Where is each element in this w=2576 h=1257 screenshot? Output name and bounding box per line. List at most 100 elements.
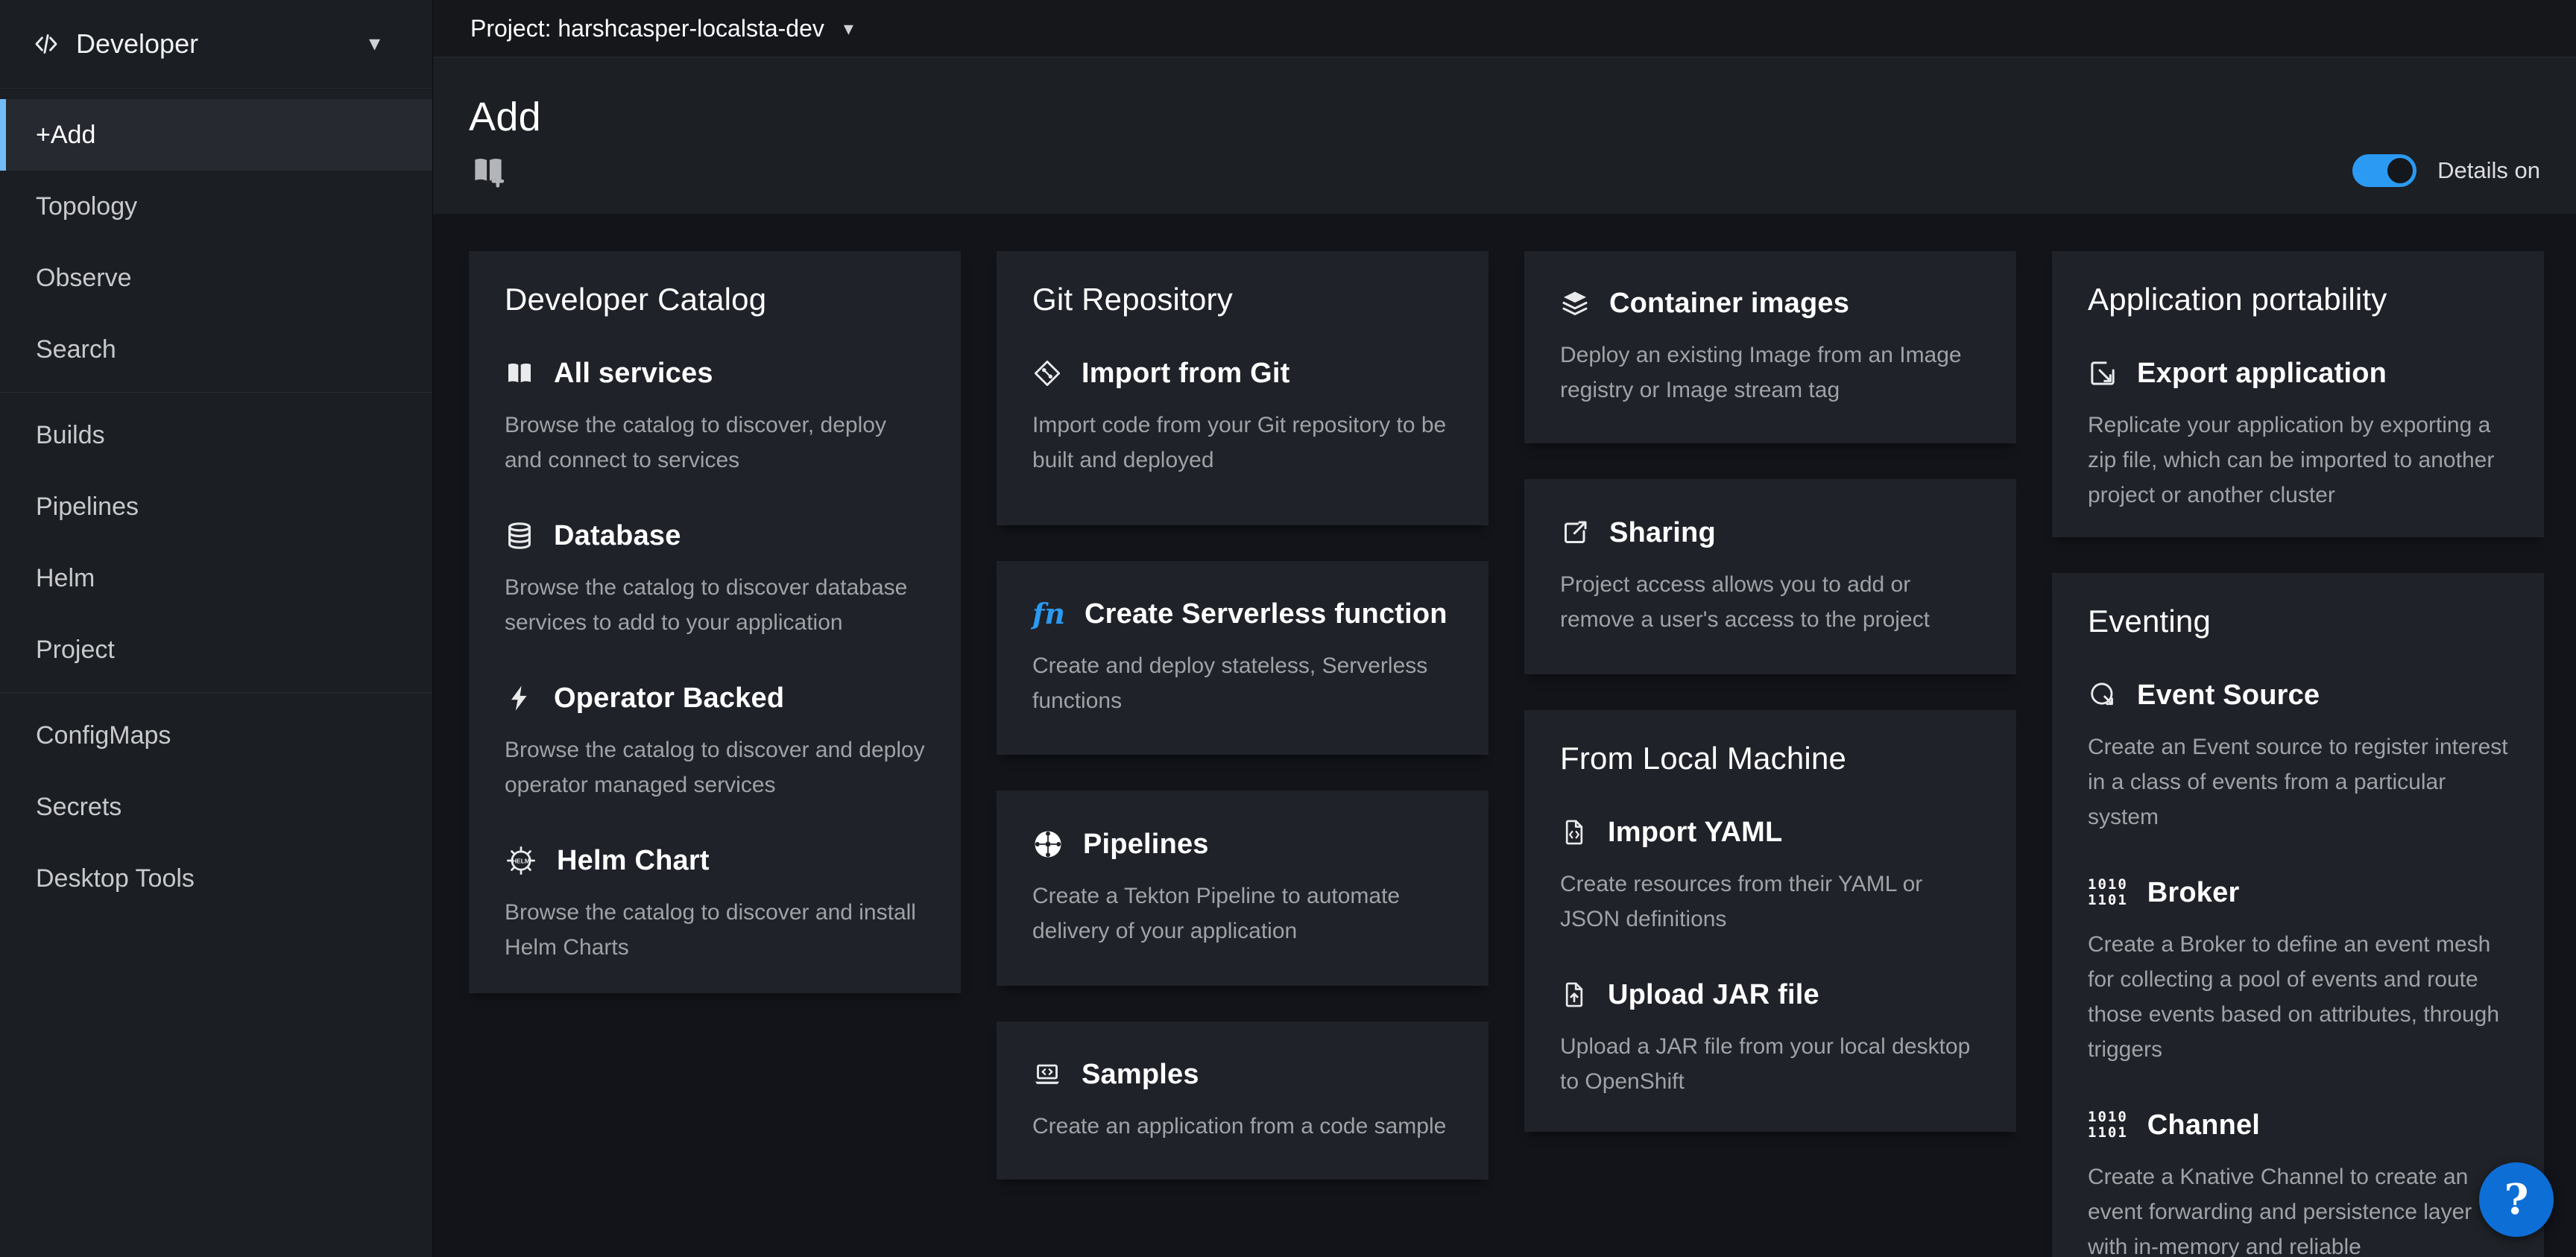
item-event-source[interactable]: Event SourceCreate an Event source to re… — [2088, 679, 2508, 835]
item-description: Create and deploy stateless, Serverless … — [1032, 648, 1453, 718]
card-developer-catalog: Developer CatalogAll servicesBrowse the … — [469, 251, 961, 993]
card-items: Import YAMLCreate resources from their Y… — [1560, 816, 1980, 1099]
item-import-yaml[interactable]: Import YAMLCreate resources from their Y… — [1560, 816, 1980, 937]
item-head: 1010 1101Broker — [2088, 876, 2508, 909]
help-button-label: ? — [2504, 1175, 2529, 1224]
tekton-icon — [1032, 829, 1064, 860]
item-channel[interactable]: 1010 1101ChannelCreate a Knative Channel… — [2088, 1109, 2508, 1257]
item-head: Sharing — [1560, 516, 1980, 549]
sidebar-item-desktop-tools[interactable]: Desktop Tools — [0, 843, 432, 914]
perspective-switcher-left: Developer — [33, 28, 369, 60]
item-label: Import from Git — [1082, 357, 1290, 390]
item-all-services[interactable]: All servicesBrowse the catalog to discov… — [505, 357, 925, 478]
item-head: Import from Git — [1032, 357, 1453, 390]
item-label: Upload JAR file — [1608, 978, 1819, 1011]
item-broker[interactable]: 1010 1101BrokerCreate a Broker to define… — [2088, 876, 2508, 1067]
book-icon — [505, 358, 534, 388]
item-description: Deploy an existing Image from an Image r… — [1560, 338, 1980, 408]
card-title: From Local Machine — [1560, 740, 1980, 777]
item-label: Export application — [2137, 357, 2387, 390]
item-description: Browse the catalog to discover and deplo… — [505, 732, 925, 802]
sidebar-nav-group: Builds Pipelines HelmProject — [0, 392, 432, 686]
card-items: Container images Deploy an existing Image… — [1560, 287, 1980, 408]
perspective-label: Developer — [76, 28, 198, 60]
card-application-portability: Application portabilityExport applicatio… — [2052, 251, 2544, 537]
sidebar-item-label: ConfigMaps — [36, 721, 171, 750]
event-source-icon — [2088, 680, 2118, 710]
sidebar-item-label: +Add — [36, 121, 95, 150]
card-pipelines: PipelinesCreate a Tekton Pipeline to aut… — [997, 791, 1489, 986]
item-description: Create resources from their YAML or JSON… — [1560, 867, 1980, 937]
item-samples[interactable]: SamplesCreate an application from a code… — [1032, 1058, 1453, 1144]
item-description: Create a Tekton Pipeline to automate del… — [1032, 878, 1453, 949]
item-head: HELMHelm Chart — [505, 844, 925, 877]
item-description: Create an Event source to register inter… — [2088, 729, 2508, 835]
item-description: Project access allows you to add or remo… — [1560, 567, 1980, 637]
item-description: Replicate your application by exporting … — [2088, 408, 2508, 513]
card-from-local-machine: From Local Machine Import YAMLCreate reso… — [1524, 710, 2016, 1132]
item-label: Broker — [2147, 876, 2240, 909]
sidebar-item-helm[interactable]: Helm — [0, 542, 432, 614]
sidebar-item-label: Search — [36, 335, 116, 364]
sidebar-item-builds[interactable]: Builds — [0, 399, 432, 471]
sidebar-item-topology[interactable]: Topology — [0, 171, 432, 242]
file-upload-icon — [1560, 980, 1588, 1010]
file-code-icon — [1560, 817, 1588, 847]
item-sharing[interactable]: Sharing Project access allows you to add … — [1560, 516, 1980, 637]
sidebar-item-observe[interactable]: Observe — [0, 242, 432, 314]
laptop-code-icon — [1032, 1060, 1062, 1089]
book-plus-icon[interactable] — [469, 153, 508, 188]
helm-icon: HELM — [505, 844, 537, 877]
item-head: 1010 1101Channel — [2088, 1109, 2508, 1142]
perspective-switcher[interactable]: Developer ▾ — [0, 0, 432, 89]
details-toggle-label: Details on — [2437, 157, 2540, 184]
bolt-icon — [505, 683, 534, 713]
sidebar-item-project[interactable]: Project — [0, 614, 432, 686]
item-export-application[interactable]: Export application Replicate your applica… — [2088, 357, 2508, 513]
card-items: Import from Git Import code from your Git… — [1032, 357, 1453, 478]
sidebar-item-label: Desktop Tools — [36, 864, 195, 893]
sidebar-item-secrets[interactable]: Secrets — [0, 771, 432, 843]
item-description: Browse the catalog to discover and insta… — [505, 895, 925, 965]
sidebar-item-add[interactable]: +Add — [0, 99, 432, 171]
item-description: Upload a JAR file from your local deskto… — [1560, 1029, 1980, 1099]
item-head: Samples — [1032, 1058, 1453, 1091]
sidebar-item-label: Topology — [36, 192, 137, 221]
item-container-images[interactable]: Container images Deploy an existing Image… — [1560, 287, 1980, 408]
card-items: Export application Replicate your applica… — [2088, 357, 2508, 513]
item-database[interactable]: DatabaseBrowse the catalog to discover d… — [505, 519, 925, 640]
item-operator-backed[interactable]: Operator BackedBrowse the catalog to dis… — [505, 682, 925, 802]
card-items: PipelinesCreate a Tekton Pipeline to aut… — [1032, 828, 1453, 949]
project-selector[interactable]: Project: harshcasper-localsta-dev ▾ — [470, 15, 853, 42]
svg-text:HELM: HELM — [512, 857, 530, 864]
masthead: Project: harshcasper-localsta-dev ▾ — [433, 0, 2576, 57]
card-items: SamplesCreate an application from a code… — [1032, 1058, 1453, 1144]
item-description: Browse the catalog to discover, deploy a… — [505, 408, 925, 478]
item-label: Channel — [2147, 1109, 2260, 1142]
item-head: Export application — [2088, 357, 2508, 390]
page-title: Add — [469, 95, 2540, 139]
sidebar-item-configmaps[interactable]: ConfigMaps — [0, 700, 432, 771]
card-items: fnCreate Serverless functionCreate and d… — [1032, 598, 1453, 718]
card-column: Container images Deploy an existing Image… — [1524, 251, 2016, 1132]
item-head: Container images — [1560, 287, 1980, 320]
card-samples: SamplesCreate an application from a code… — [997, 1022, 1489, 1180]
details-toggle-group: Details on — [2352, 154, 2540, 187]
item-import-from-git[interactable]: Import from Git Import code from your Git… — [1032, 357, 1453, 478]
card-column: Git Repository Import from Git Import code… — [997, 251, 1489, 1180]
sidebar-item-search[interactable]: Search — [0, 314, 432, 385]
item-upload-jar-file[interactable]: Upload JAR file Upload a JAR file from yo… — [1560, 978, 1980, 1099]
item-create-serverless-function[interactable]: fnCreate Serverless functionCreate and d… — [1032, 598, 1453, 718]
item-helm-chart[interactable]: HELMHelm Chart Browse the catalog to disc… — [505, 844, 925, 965]
item-label: Samples — [1082, 1058, 1199, 1091]
help-button[interactable]: ? — [2479, 1162, 2554, 1237]
card-title: Git Repository — [1032, 281, 1453, 318]
card-items: Sharing Project access allows you to add … — [1560, 516, 1980, 637]
item-description: Import code from your Git repository to … — [1032, 408, 1453, 478]
details-toggle[interactable] — [2352, 154, 2416, 187]
share-icon — [1560, 518, 1590, 548]
sidebar-item-pipelines[interactable]: Pipelines — [0, 471, 432, 542]
sidebar-item-label: Pipelines — [36, 493, 139, 522]
chevron-down-icon: ▾ — [369, 33, 380, 55]
item-pipelines[interactable]: PipelinesCreate a Tekton Pipeline to aut… — [1032, 828, 1453, 949]
